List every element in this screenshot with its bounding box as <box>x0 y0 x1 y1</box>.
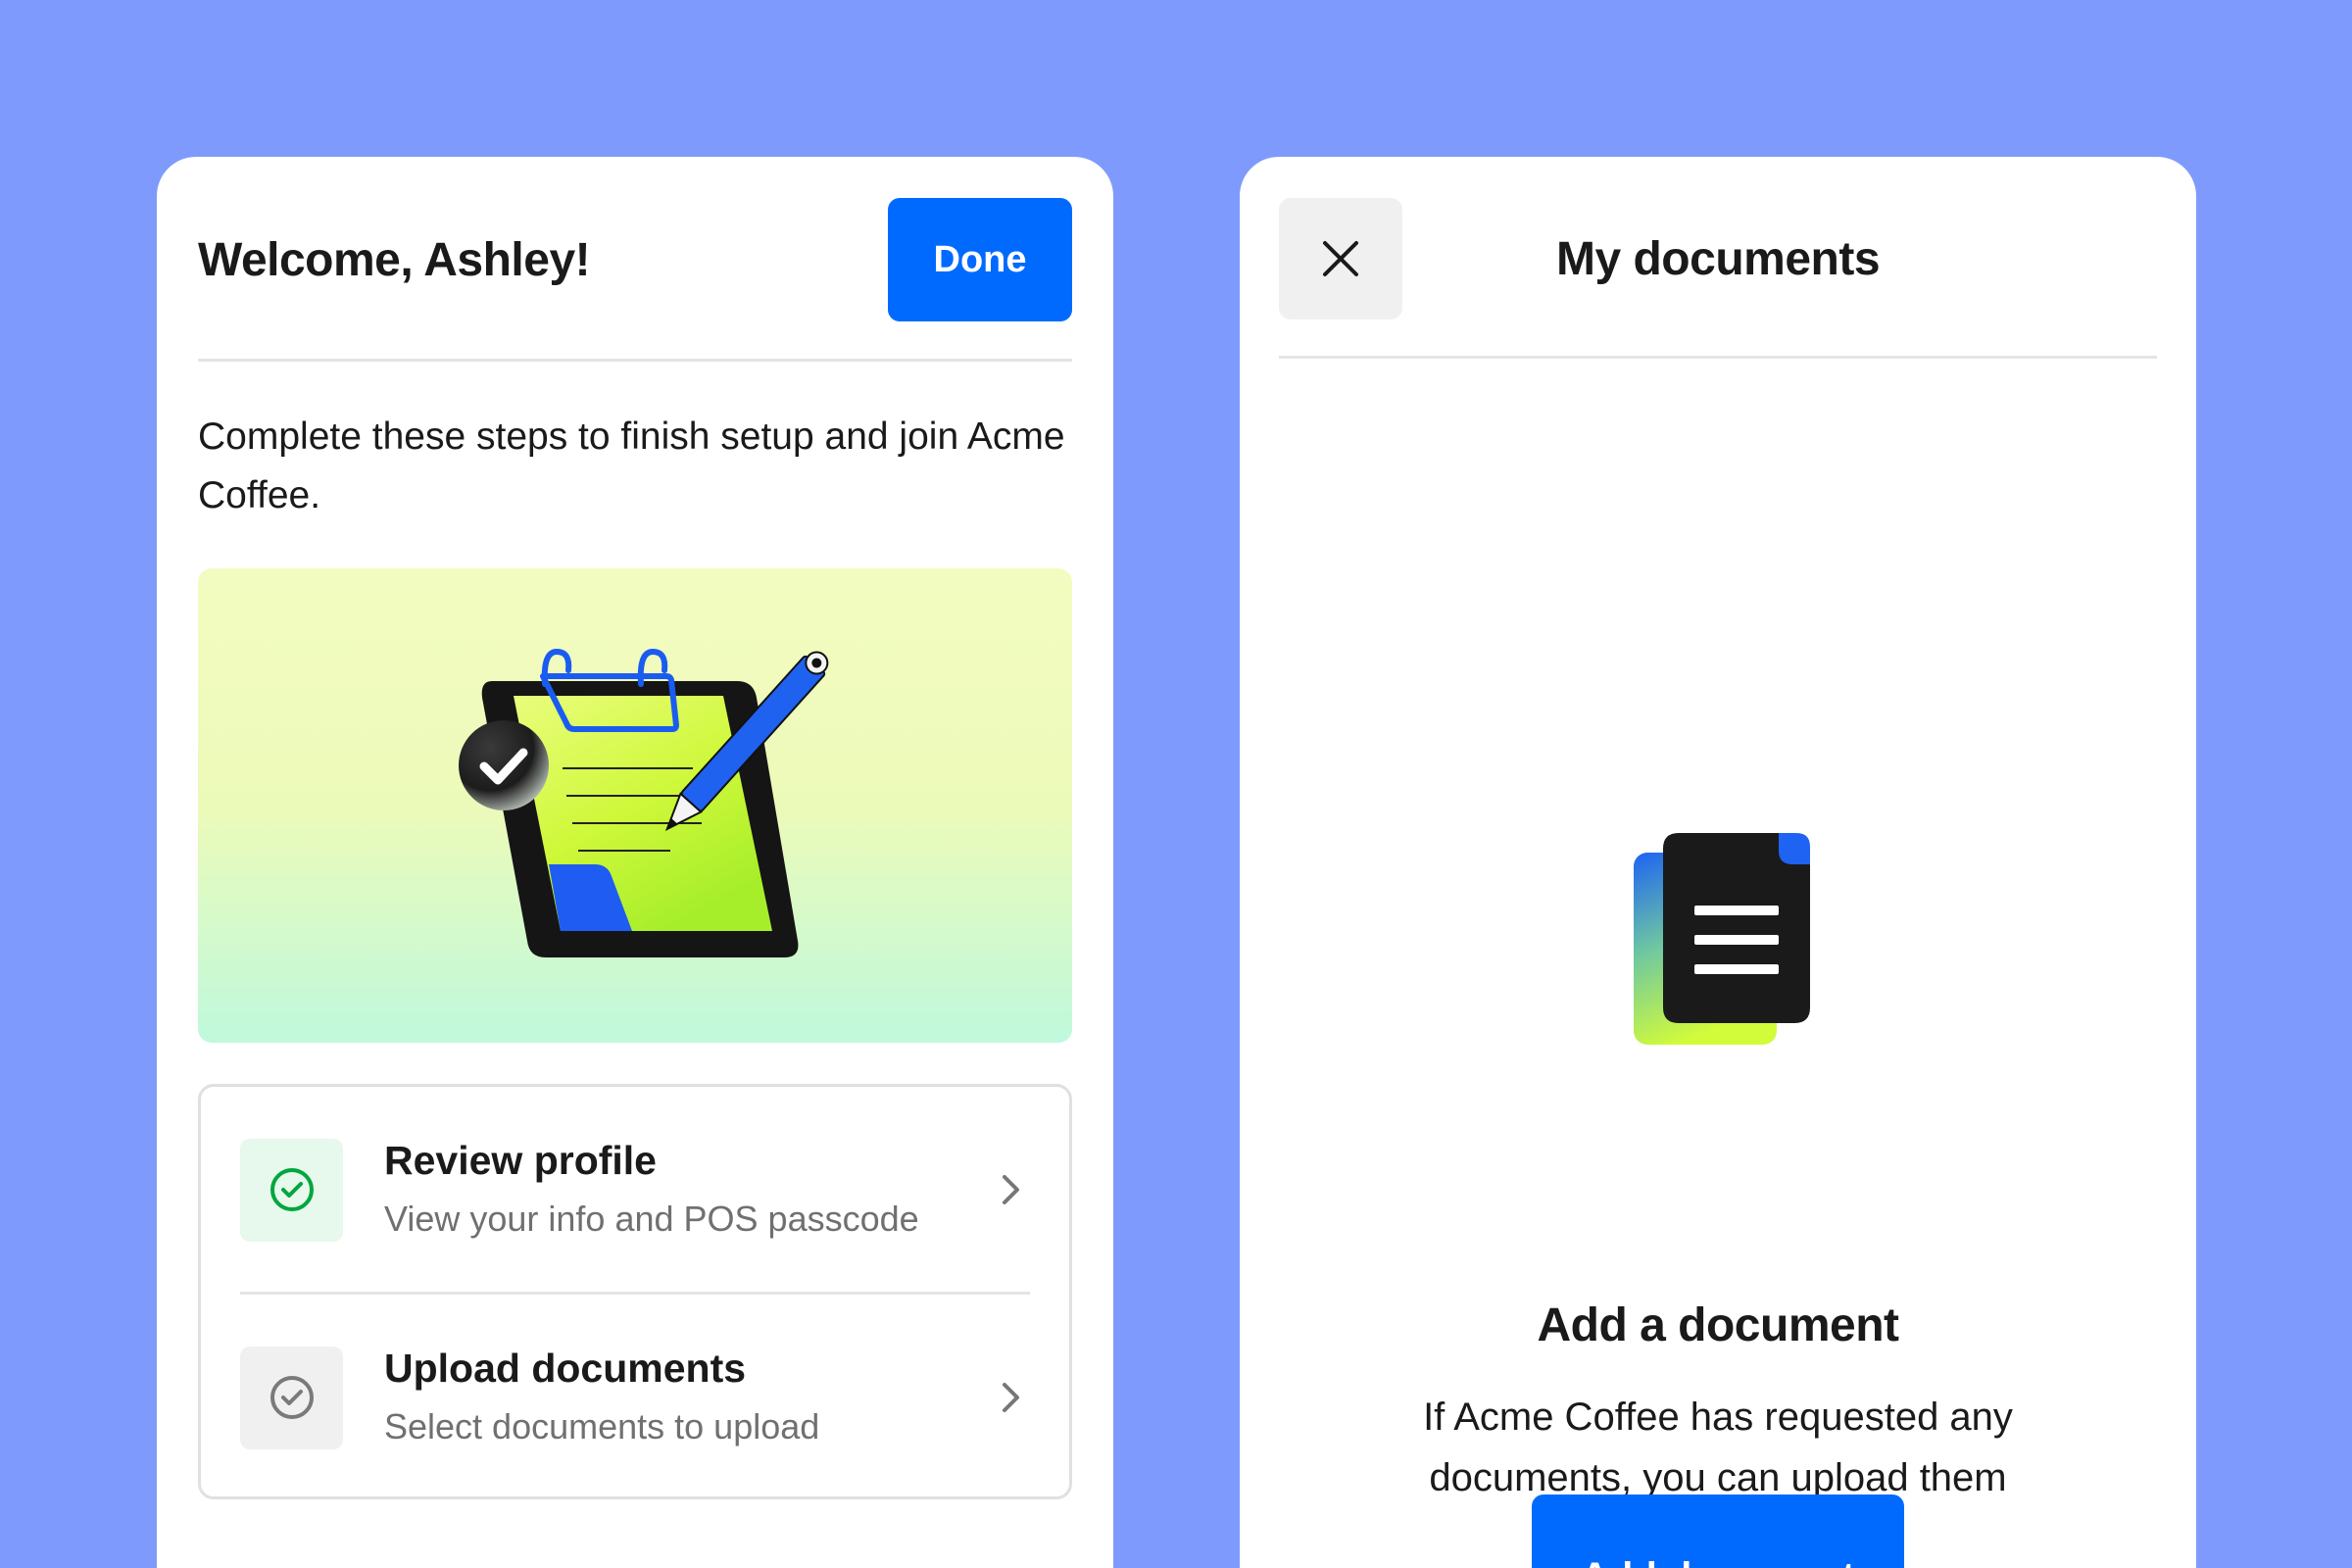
check-circle-icon <box>240 1138 343 1242</box>
document-icon <box>1634 833 1810 1045</box>
welcome-header: Welcome, Ashley! Done <box>198 198 1072 321</box>
chevron-right-icon <box>1003 1175 1019 1204</box>
done-button[interactable]: Done <box>888 198 1072 321</box>
documents-panel: My documents Add a document If Acme Coff… <box>1240 157 2196 1568</box>
close-button[interactable] <box>1279 198 1402 319</box>
step-upload-documents[interactable]: Upload documents Select documents to upl… <box>240 1295 1030 1500</box>
close-icon <box>1323 241 1358 276</box>
header-divider <box>1279 356 2157 359</box>
welcome-title: Welcome, Ashley! <box>198 233 591 286</box>
clipboard-illustration <box>198 568 1072 1043</box>
step-title: Upload documents <box>384 1346 747 1391</box>
chevron-right-icon <box>1003 1383 1019 1412</box>
welcome-panel: Welcome, Ashley! Done Complete these ste… <box>157 157 1113 1568</box>
step-text: Review profile View your info and POS pa… <box>384 1134 991 1246</box>
step-subtitle: View your info and POS passcode <box>384 1199 919 1239</box>
add-document-button[interactable]: Add document <box>1532 1494 1904 1568</box>
step-review-profile[interactable]: Review profile View your info and POS pa… <box>240 1087 1030 1293</box>
header-divider <box>198 359 1072 362</box>
setup-intro-text: Complete these steps to finish setup and… <box>198 416 1065 516</box>
step-subtitle: Select documents to upload <box>384 1406 820 1446</box>
empty-state-heading: Add a document <box>1537 1299 1899 1351</box>
step-text: Upload documents Select documents to upl… <box>384 1342 991 1453</box>
setup-steps-list: Review profile View your info and POS pa… <box>198 1084 1072 1499</box>
step-title: Review profile <box>384 1138 657 1183</box>
check-circle-outline-icon <box>240 1346 343 1449</box>
